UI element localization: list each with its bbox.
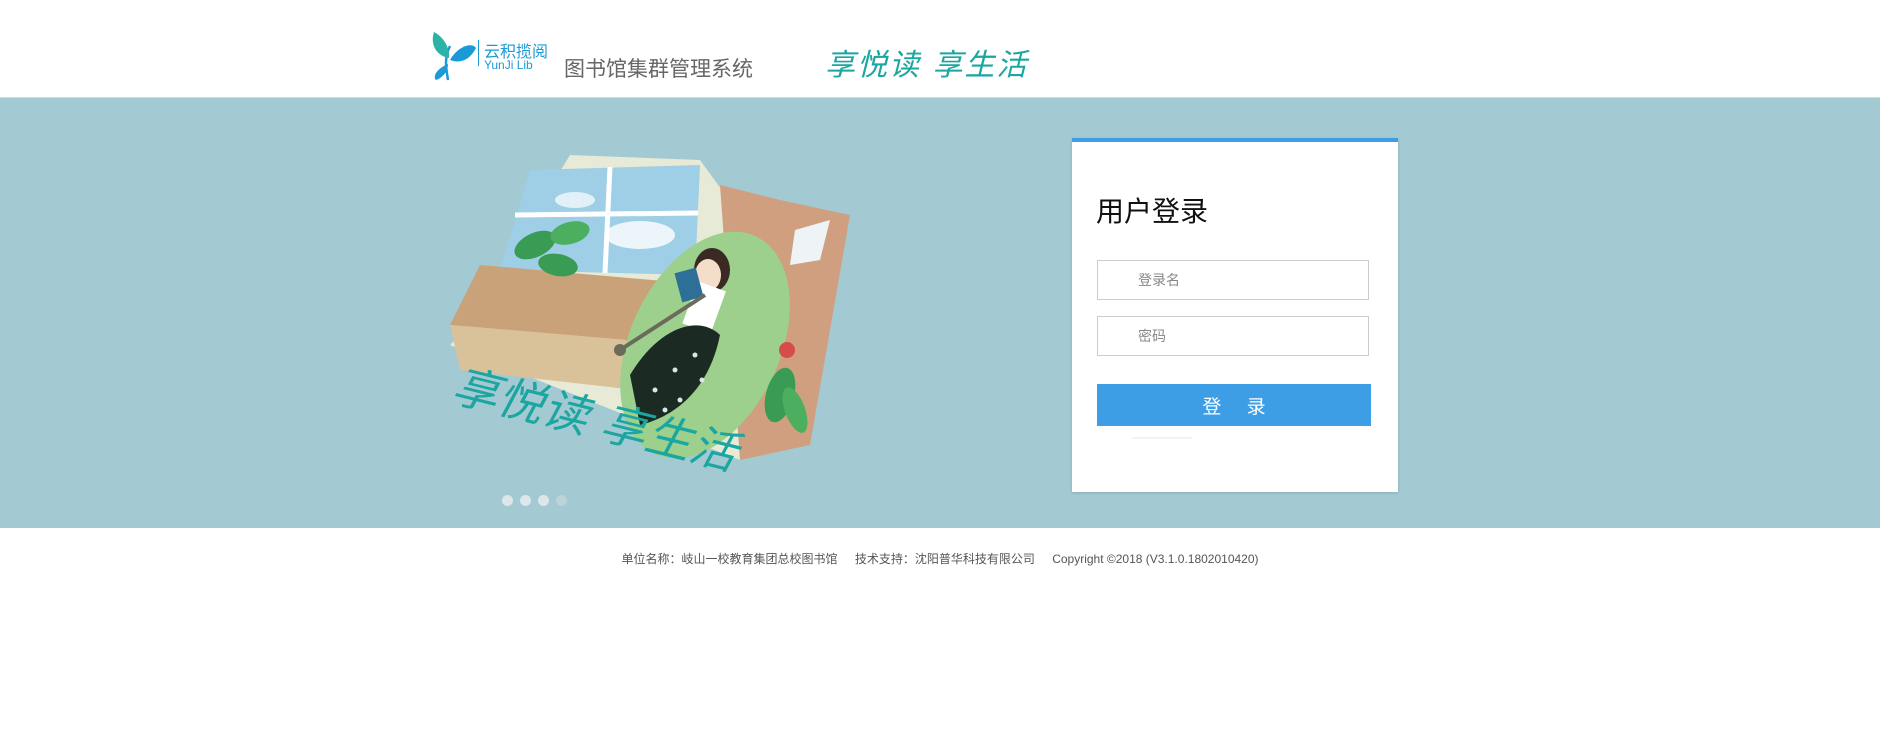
carousel-dot[interactable] (538, 495, 549, 506)
logo-divider (478, 40, 479, 66)
login-panel: 用户登录 登 录 (1072, 138, 1398, 492)
yunji-logo[interactable]: 云积揽阅 YunJi Lib (428, 28, 548, 83)
reading-girl-illustration: 享悦读 享生活 (447, 155, 850, 482)
password-input[interactable] (1097, 316, 1369, 356)
login-hint-placeholder (1132, 437, 1272, 441)
login-button[interactable]: 登 录 (1097, 384, 1371, 426)
login-title: 用户登录 (1096, 196, 1209, 227)
footer-organization: 单位名称：岐山一校教育集团总校图书馆 (621, 552, 838, 566)
header-slogan: 享悦读 享生活 (825, 48, 1029, 83)
system-title: 图书馆集群管理系统 (564, 58, 753, 81)
carousel-dot[interactable] (556, 495, 567, 506)
page-header: 云积揽阅 YunJi Lib 图书馆集群管理系统 享悦读 享生活 (0, 0, 1880, 98)
footer-copyright: Copyright ©2018 (V3.1.0.1802010420) (1052, 552, 1259, 566)
page-footer: 单位名称：岐山一校教育集团总校图书馆 技术支持：沈阳普华科技有限公司 Copyr… (0, 550, 1880, 567)
footer-support: 技术支持：沈阳普华科技有限公司 (854, 552, 1035, 566)
username-input[interactable] (1097, 260, 1369, 300)
logo-english-text: YunJi Lib (484, 58, 533, 72)
carousel-dot[interactable] (502, 495, 513, 506)
carousel-dot[interactable] (520, 495, 531, 506)
butterfly-logo-icon (432, 32, 476, 81)
carousel-dots (502, 495, 574, 507)
